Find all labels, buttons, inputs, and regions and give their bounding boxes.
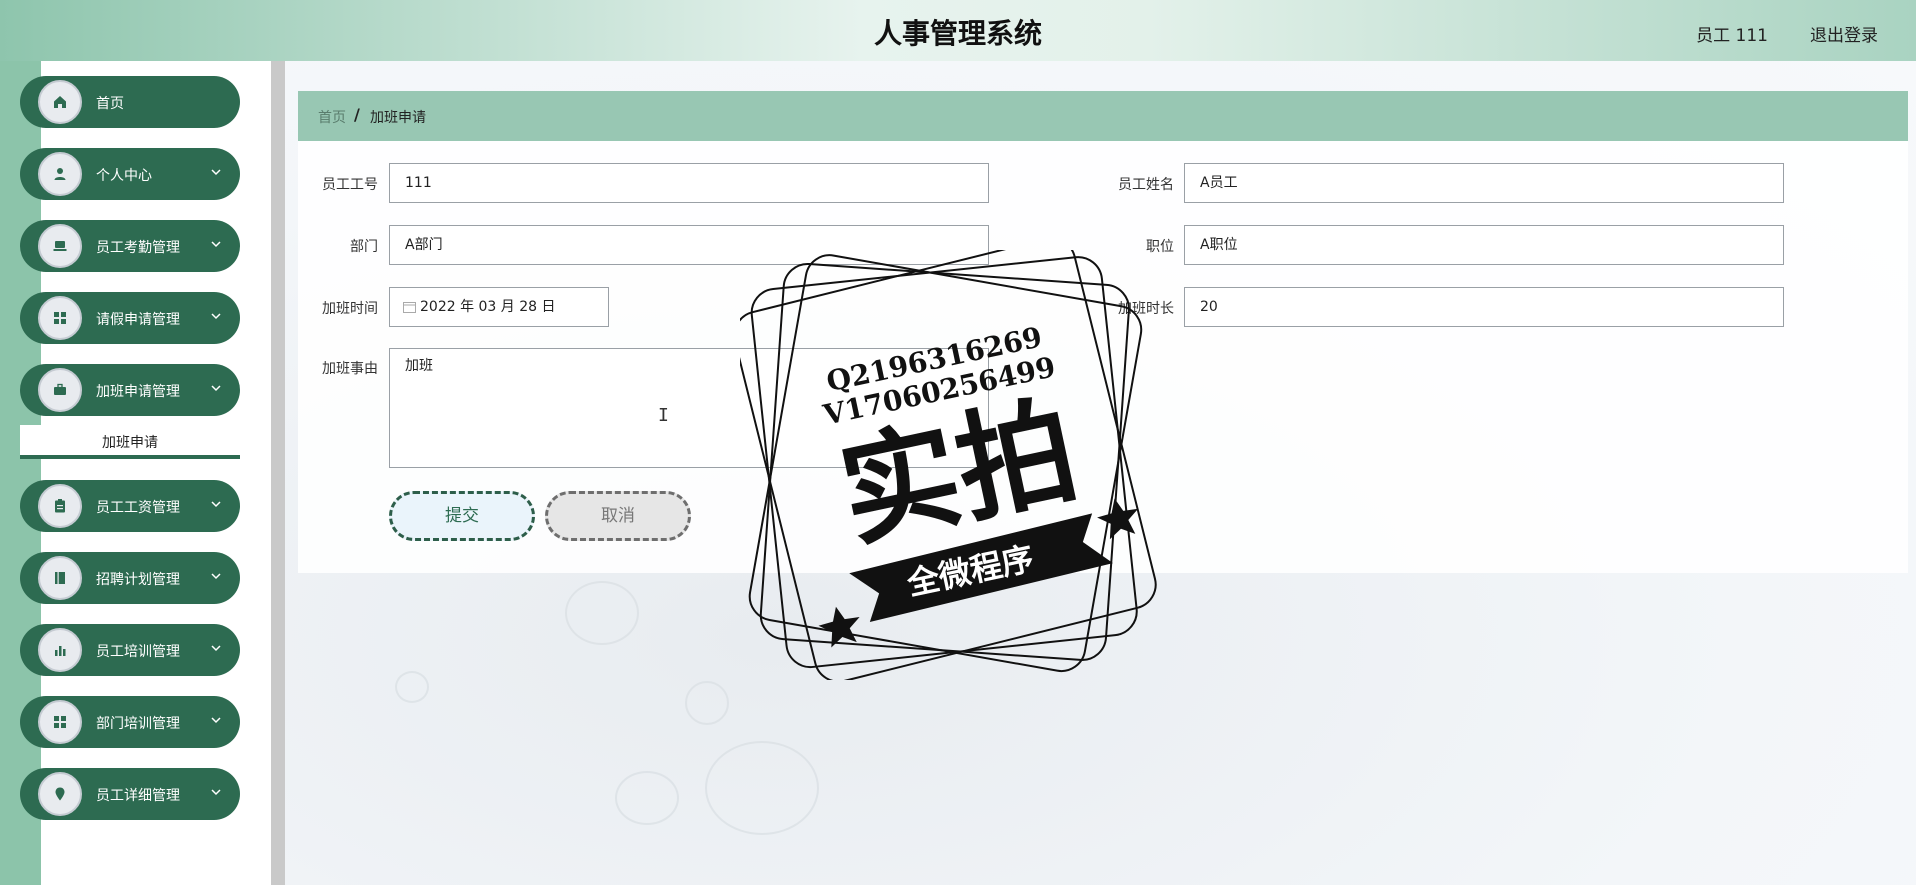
sidebar-item-leave[interactable]: 请假申请管理 [20, 292, 240, 344]
chevron-down-icon [211, 789, 221, 796]
chevron-down-icon [211, 573, 221, 580]
employee-id-input[interactable]: 111 [389, 163, 989, 203]
user-icon [38, 152, 82, 196]
sidebar-item-overtime[interactable]: 加班申请管理 [20, 364, 240, 416]
home-icon [38, 80, 82, 124]
sidebar-item-label: 个人中心 [96, 168, 152, 184]
background-drop [395, 671, 429, 703]
sidebar-item-recruitment[interactable]: 招聘计划管理 [20, 552, 240, 604]
chevron-down-icon [211, 501, 221, 508]
overtime-date-label: 加班时间 [322, 301, 378, 317]
sidebar-item-label: 部门培训管理 [96, 716, 180, 732]
breadcrumb-home[interactable]: 首页 [318, 107, 346, 127]
chevron-down-icon [211, 241, 221, 248]
position-label: 职位 [1146, 239, 1174, 255]
overtime-hours-input[interactable]: 20 [1184, 287, 1784, 327]
background-drop [705, 741, 819, 835]
calendar-icon [403, 302, 416, 313]
chevron-down-icon [211, 169, 221, 176]
chevron-down-icon [211, 385, 221, 392]
overtime-date-value: 2022 年 03 月 28 日 [420, 299, 556, 315]
laptop-icon [38, 224, 82, 268]
background-drop [615, 771, 679, 825]
sidebar-item-salary[interactable]: 员工工资管理 [20, 480, 240, 532]
overtime-reason-label: 加班事由 [322, 361, 378, 377]
overtime-hours-label: 加班时长 [1118, 301, 1174, 317]
clipboard-icon [38, 484, 82, 528]
app-header: 人事管理系统 员工 111 退出登录 [0, 0, 1916, 61]
breadcrumb-separator: / [354, 105, 360, 124]
cancel-button[interactable]: 取消 [545, 491, 691, 541]
briefcase-icon [38, 368, 82, 412]
sidebar-item-label: 员工详细管理 [96, 788, 180, 804]
sidebar-item-label: 员工培训管理 [96, 644, 180, 660]
employee-name-input[interactable]: A员工 [1184, 163, 1784, 203]
breadcrumb: 首页 / 加班申请 [298, 91, 1908, 141]
sidebar-item-attendance[interactable]: 员工考勤管理 [20, 220, 240, 272]
grid-icon [38, 700, 82, 744]
position-input[interactable]: A职位 [1184, 225, 1784, 265]
employee-id-label: 员工工号 [322, 177, 378, 193]
sidebar-item-label: 员工工资管理 [96, 500, 180, 516]
sidebar-item-label: 首页 [96, 96, 124, 112]
sidebar-item-label: 请假申请管理 [96, 312, 180, 328]
overtime-reason-textarea[interactable]: 加班 [389, 348, 989, 468]
sidebar-subitem-label: 加班申请 [102, 435, 158, 451]
background-drop [565, 581, 639, 645]
logout-link[interactable]: 退出登录 [1810, 21, 1878, 46]
chevron-down-icon [211, 313, 221, 320]
chevron-down-icon [211, 645, 221, 652]
sidebar-divider [271, 61, 285, 885]
submit-button[interactable]: 提交 [389, 491, 535, 541]
grid-icon [38, 296, 82, 340]
sidebar-item-label: 员工考勤管理 [96, 240, 180, 256]
book-icon [38, 556, 82, 600]
employee-name-label: 员工姓名 [1118, 177, 1174, 193]
department-input[interactable]: A部门 [389, 225, 989, 265]
sidebar-item-label: 招聘计划管理 [96, 572, 180, 588]
sidebar-item-home[interactable]: 首页 [20, 76, 240, 128]
map-pin-icon [38, 772, 82, 816]
chevron-down-icon [211, 717, 221, 724]
overtime-date-picker[interactable]: 2022 年 03 月 28 日 [389, 287, 609, 327]
current-user: 员工 111 [1696, 26, 1768, 46]
sidebar-item-personal-center[interactable]: 个人中心 [20, 148, 240, 200]
background-drop [685, 681, 729, 725]
breadcrumb-current: 加班申请 [370, 110, 426, 126]
sidebar-item-training[interactable]: 员工培训管理 [20, 624, 240, 676]
sidebar-item-label: 加班申请管理 [96, 384, 180, 400]
app-title: 人事管理系统 [873, 17, 1042, 50]
department-label: 部门 [350, 239, 378, 255]
sidebar-subitem-overtime-apply[interactable]: 加班申请 [20, 425, 240, 459]
text-cursor-icon: I [658, 405, 669, 426]
sidebar-item-dept-training[interactable]: 部门培训管理 [20, 696, 240, 748]
sidebar-item-employee-detail[interactable]: 员工详细管理 [20, 768, 240, 820]
bar-chart-icon [38, 628, 82, 672]
